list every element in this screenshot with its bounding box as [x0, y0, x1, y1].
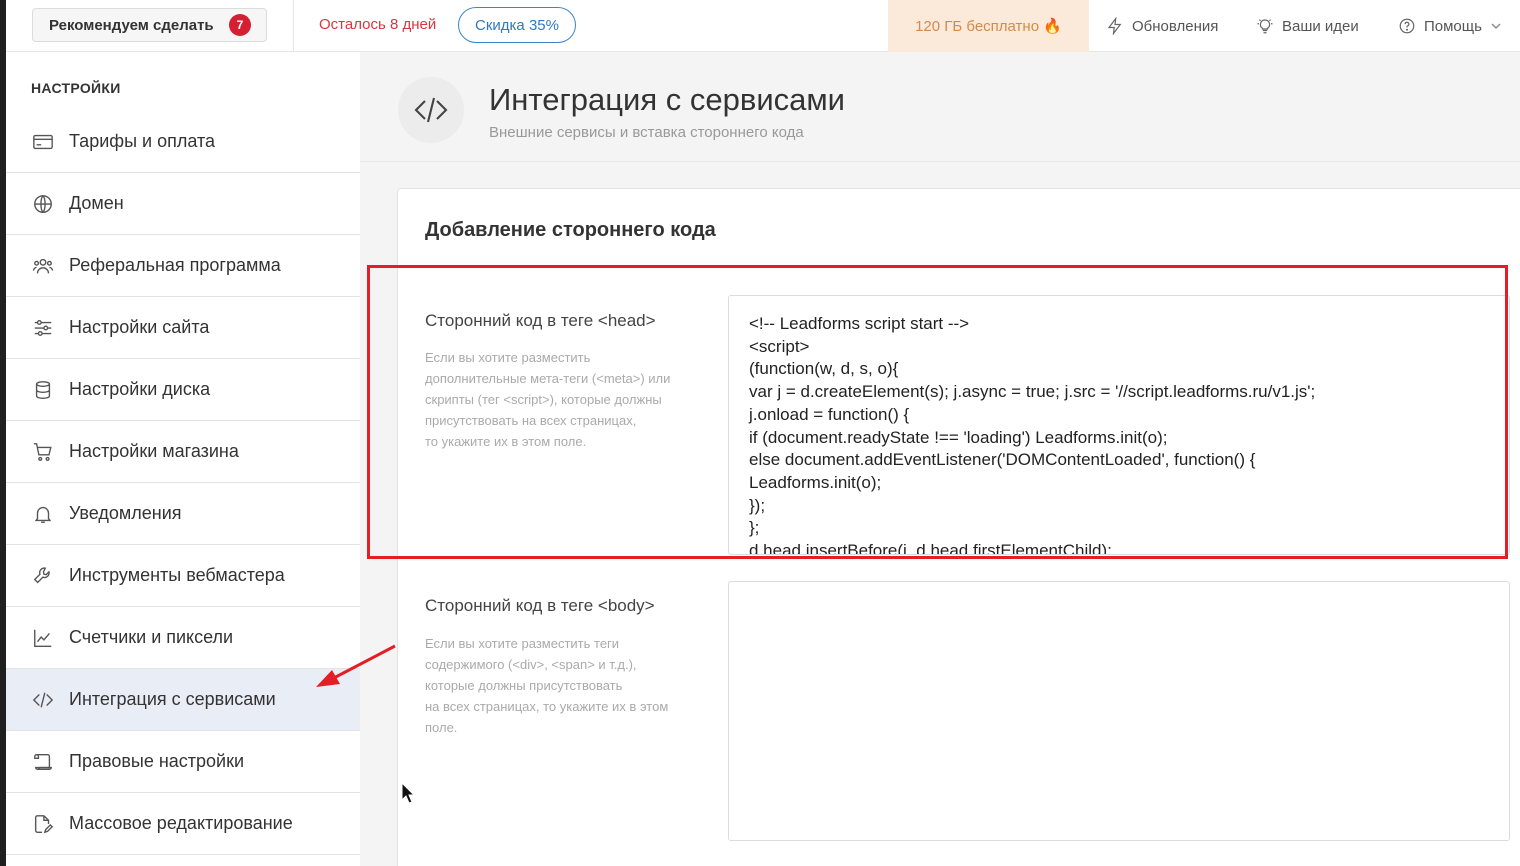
sidebar-item-site-settings[interactable]: Настройки сайта: [6, 297, 360, 359]
top-bar: Рекомендуем сделать 7 Осталось 8 дней Ск…: [6, 0, 1520, 52]
users-icon: [32, 258, 54, 273]
sliders-icon: [34, 319, 52, 336]
body-code-textarea[interactable]: [728, 581, 1510, 841]
help-menu[interactable]: Помощь: [1398, 0, 1502, 52]
scroll-icon: [34, 753, 52, 770]
recommend-label: Рекомендуем сделать: [49, 16, 214, 34]
code-icon: [398, 77, 464, 143]
lightbulb-icon: [1257, 19, 1273, 34]
sidebar-item-label: Настройки магазина: [69, 441, 239, 461]
sidebar-item-label: Настройки диска: [69, 379, 211, 399]
sidebar-item-label: Счетчики и пиксели: [69, 627, 234, 647]
sidebar-item-label: Массовое редактирование: [69, 813, 293, 833]
help-line: содержимого (<div>, <span> и т.д.),: [425, 657, 637, 672]
sidebar-item-label: Домен: [69, 193, 124, 213]
bell-icon: [34, 506, 52, 523]
body-code-help: Если вы хотите разместить теги содержимо…: [425, 633, 715, 738]
help-line: Если вы хотите разместить теги: [425, 636, 620, 651]
page-subtitle: Внешние сервисы и вставка стороннего код…: [489, 124, 804, 141]
sidebar-item-label: Тарифы и оплата: [69, 131, 215, 151]
red-highlight-box: [367, 265, 1508, 559]
chart-line-icon: [34, 629, 52, 647]
free-storage-button[interactable]: 120 ГБ бесплатно 🔥: [888, 0, 1089, 52]
sidebar-item-disk-settings[interactable]: Настройки диска: [6, 359, 360, 421]
sidebar-item-counters[interactable]: Счетчики и пиксели: [6, 607, 360, 669]
sidebar-item-notifications[interactable]: Уведомления: [6, 483, 360, 545]
updates-link[interactable]: Обновления: [1106, 0, 1218, 52]
code-icon: [32, 691, 54, 708]
wrench-icon: [33, 566, 50, 583]
sidebar-item-shop-settings[interactable]: Настройки магазина: [6, 421, 360, 483]
sidebar-item-label: Уведомления: [69, 503, 182, 523]
sidebar-item-webmaster-tools[interactable]: Инструменты вебмастера: [6, 545, 360, 607]
cart-icon: [33, 442, 52, 461]
help-line: поле.: [425, 720, 458, 735]
credit-card-icon: [33, 134, 53, 149]
sidebar-item-label: Интеграция с сервисами: [69, 689, 276, 709]
red-arrow-annotation: [316, 644, 396, 687]
topbar-divider: [293, 0, 294, 52]
help-label: Помощь: [1424, 17, 1482, 35]
mouse-cursor-icon: [401, 782, 416, 804]
ideas-label: Ваши идеи: [1282, 17, 1359, 35]
database-icon: [35, 380, 51, 399]
sidebar-item-label: Настройки сайта: [69, 317, 210, 337]
help-line: которые должны присутствовать: [425, 678, 623, 693]
recommend-button[interactable]: Рекомендуем сделать 7: [32, 8, 267, 42]
sidebar-item-label: Правовые настройки: [69, 751, 245, 771]
page-header: Интеграция с сервисами Внешние сервисы и…: [360, 52, 1520, 162]
trial-days-left: Осталось 8 дней: [319, 16, 437, 33]
sidebar-item-label: Инструменты вебмастера: [69, 565, 285, 585]
globe-icon: [34, 194, 52, 213]
sidebar-item-tariffs[interactable]: Тарифы и оплата: [6, 111, 360, 173]
sidebar-title: НАСТРОЙКИ: [31, 80, 121, 96]
edit-file-icon: [34, 814, 54, 833]
sidebar-item-legal[interactable]: Правовые настройки: [6, 731, 360, 793]
sidebar-item-domain[interactable]: Домен: [6, 173, 360, 235]
body-code-label: Сторонний код в теге <body>: [425, 596, 655, 615]
help-line: на всех страницах, то укажите их в этом: [425, 699, 669, 714]
lightning-icon: [1107, 17, 1122, 35]
recommend-count-badge: 7: [229, 14, 251, 36]
sidebar-item-referral[interactable]: Реферальная программа: [6, 235, 360, 297]
page-title: Интеграция с сервисами: [489, 82, 846, 117]
settings-sidebar: НАСТРОЙКИ Тарифы и оплата Домен Рефераль…: [6, 52, 360, 866]
chevron-down-icon: [1491, 23, 1501, 29]
sidebar-item-label: Реферальная программа: [69, 255, 281, 275]
sidebar-item-bulk-edit[interactable]: Массовое редактирование: [6, 793, 360, 855]
question-circle-icon: [1399, 18, 1415, 34]
discount-button[interactable]: Скидка 35%: [458, 7, 576, 43]
updates-label: Обновления: [1132, 17, 1219, 35]
ideas-link[interactable]: Ваши идеи: [1256, 0, 1359, 52]
sidebar-item-integrations[interactable]: Интеграция с сервисами: [6, 669, 360, 731]
card-title: Добавление стороннего кода: [425, 219, 716, 241]
